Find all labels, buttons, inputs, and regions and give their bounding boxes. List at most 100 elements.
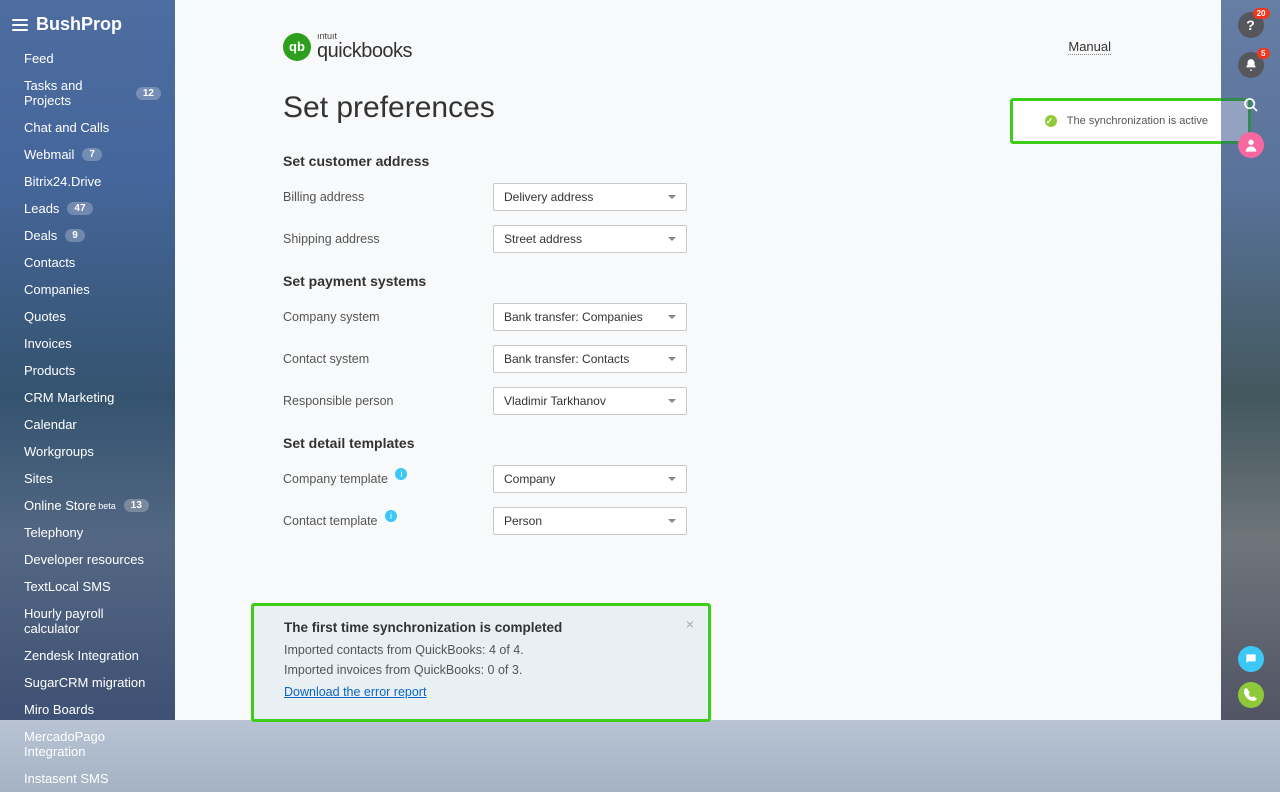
quickbooks-logo: qb ıntuıt quickbooks — [283, 32, 412, 61]
sidebar-item-label: Quotes — [24, 309, 66, 324]
sidebar-item-label: Telephony — [24, 525, 83, 540]
sidebar-item-label: Online Store — [24, 498, 96, 513]
sidebar-item-deals[interactable]: Deals 9 — [0, 222, 175, 249]
sidebar-item-calendar[interactable]: Calendar — [0, 411, 175, 438]
quickbooks-text: quickbooks — [317, 41, 412, 61]
info-icon[interactable]: i — [395, 468, 407, 480]
sidebar-item-sites[interactable]: Sites — [0, 465, 175, 492]
sidebar-item-label: Leads — [24, 201, 59, 216]
sidebar-item-label: MercadoPago Integration — [24, 729, 161, 759]
sidebar-item-telephony[interactable]: Telephony — [0, 519, 175, 546]
page-title: Set preferences — [283, 91, 1111, 125]
section-customer-address: Set customer address — [283, 153, 1111, 169]
sidebar-item-bitrix24-drive[interactable]: Bitrix24.Drive — [0, 168, 175, 195]
sidebar-item-label: Invoices — [24, 336, 72, 351]
sidebar-item-instasent-sms[interactable]: Instasent SMS — [0, 765, 175, 792]
contact-template-label: Contact template i — [283, 514, 493, 528]
sidebar-item-mercadopago-integration[interactable]: MercadoPago Integration — [0, 723, 175, 765]
sidebar-item-products[interactable]: Products — [0, 357, 175, 384]
sidebar-item-leads[interactable]: Leads 47 — [0, 195, 175, 222]
sidebar: BushProp Feed Tasks and Projects12 Chat an… — [0, 0, 175, 720]
phone-icon[interactable] — [1238, 682, 1264, 708]
shipping-address-label: Shipping address — [283, 232, 493, 246]
section-detail-templates: Set detail templates — [283, 435, 1111, 451]
sidebar-item-label: Sites — [24, 471, 53, 486]
close-icon[interactable]: × — [686, 616, 694, 632]
sidebar-item-contacts[interactable]: Contacts — [0, 249, 175, 276]
menu-icon[interactable] — [12, 19, 28, 31]
help-icon[interactable]: ? 20 — [1238, 12, 1264, 38]
sidebar-item-label: Deals — [24, 228, 57, 243]
contact-template-select[interactable]: Person — [493, 507, 687, 535]
sidebar-item-companies[interactable]: Companies — [0, 276, 175, 303]
right-toolbar: ? 20 5 — [1221, 0, 1280, 720]
qb-logo-icon: qb — [283, 33, 311, 61]
sidebar-item-label: Hourly payroll calculator — [24, 606, 161, 636]
count-badge: 7 — [82, 148, 102, 161]
chat-icon[interactable] — [1238, 646, 1264, 672]
sidebar-item-webmail[interactable]: Webmail7 — [0, 141, 175, 168]
sidebar-item-label: CRM Marketing — [24, 390, 114, 405]
beta-tag: beta — [98, 501, 116, 511]
sidebar-item-hourly-payroll-calculator[interactable]: Hourly payroll calculator — [0, 600, 175, 642]
sync-status-text: The synchronization is active — [1067, 115, 1208, 127]
contact-system-label: Contact system — [283, 352, 493, 366]
avatar-icon[interactable] — [1238, 132, 1264, 158]
sidebar-item-chat-and-calls[interactable]: Chat and Calls — [0, 114, 175, 141]
sidebar-item-sugarcrm-migration[interactable]: SugarCRM migration — [0, 669, 175, 696]
sidebar-item-online-store[interactable]: Online Storebeta 13 — [0, 492, 175, 519]
sidebar-item-label: Workgroups — [24, 444, 94, 459]
sync-notification: × The first time synchronization is comp… — [251, 603, 711, 722]
billing-address-label: Billing address — [283, 190, 493, 204]
notification-contacts: Imported contacts from QuickBooks: 4 of … — [284, 643, 678, 657]
company-system-label: Company system — [283, 310, 493, 324]
sidebar-item-label: Products — [24, 363, 75, 378]
company-template-select[interactable]: Company — [493, 465, 687, 493]
sidebar-item-label: Tasks and Projects — [24, 78, 128, 108]
sidebar-item-label: TextLocal SMS — [24, 579, 111, 594]
sidebar-item-label: Chat and Calls — [24, 120, 109, 135]
sidebar-item-zendesk-integration[interactable]: Zendesk Integration — [0, 642, 175, 669]
responsible-person-select[interactable]: Vladimir Tarkhanov — [493, 387, 687, 415]
notification-invoices: Imported invoices from QuickBooks: 0 of … — [284, 663, 678, 677]
sidebar-item-label: Miro Boards — [24, 702, 94, 717]
download-error-report-link[interactable]: Download the error report — [284, 685, 426, 699]
sidebar-item-textlocal-sms[interactable]: TextLocal SMS — [0, 573, 175, 600]
notification-title: The first time synchronization is comple… — [284, 620, 678, 635]
intuit-text: ıntuıt — [317, 32, 412, 41]
count-badge: 13 — [124, 499, 149, 512]
contact-system-select[interactable]: Bank transfer: Contacts — [493, 345, 687, 373]
help-badge: 20 — [1253, 8, 1270, 19]
check-icon: ✓ — [1046, 116, 1054, 127]
sidebar-item-quotes[interactable]: Quotes — [0, 303, 175, 330]
sidebar-item-label: Developer resources — [24, 552, 144, 567]
bell-icon[interactable]: 5 — [1238, 52, 1264, 78]
sidebar-item-crm-marketing[interactable]: CRM Marketing — [0, 384, 175, 411]
app-name: BushProp — [36, 14, 122, 35]
sidebar-item-tasks-and-projects[interactable]: Tasks and Projects12 — [0, 72, 175, 114]
sidebar-item-developer-resources[interactable]: Developer resources — [0, 546, 175, 573]
info-icon[interactable]: i — [385, 510, 397, 522]
billing-address-select[interactable]: Delivery address — [493, 183, 687, 211]
shipping-address-select[interactable]: Street address — [493, 225, 687, 253]
sidebar-item-invoices[interactable]: Invoices — [0, 330, 175, 357]
manual-link[interactable]: Manual — [1068, 39, 1111, 55]
company-template-label: Company template i — [283, 472, 493, 486]
count-badge: 47 — [67, 202, 92, 215]
sidebar-item-workgroups[interactable]: Workgroups — [0, 438, 175, 465]
sidebar-item-label: Zendesk Integration — [24, 648, 139, 663]
section-payment-systems: Set payment systems — [283, 273, 1111, 289]
count-badge: 9 — [65, 229, 85, 242]
sidebar-item-label: Feed — [24, 51, 54, 66]
company-system-select[interactable]: Bank transfer: Companies — [493, 303, 687, 331]
sidebar-item-label: Instasent SMS — [24, 771, 109, 786]
main-panel: qb ıntuıt quickbooks Manual Set preferen… — [175, 0, 1221, 720]
sidebar-item-feed[interactable]: Feed — [0, 45, 175, 72]
sidebar-item-miro-boards[interactable]: Miro Boards — [0, 696, 175, 723]
sidebar-item-label: Contacts — [24, 255, 75, 270]
sidebar-item-label: Calendar — [24, 417, 77, 432]
search-icon[interactable] — [1238, 92, 1264, 118]
responsible-person-label: Responsible person — [283, 394, 493, 408]
sidebar-header: BushProp — [0, 8, 175, 45]
sidebar-item-label: Companies — [24, 282, 90, 297]
